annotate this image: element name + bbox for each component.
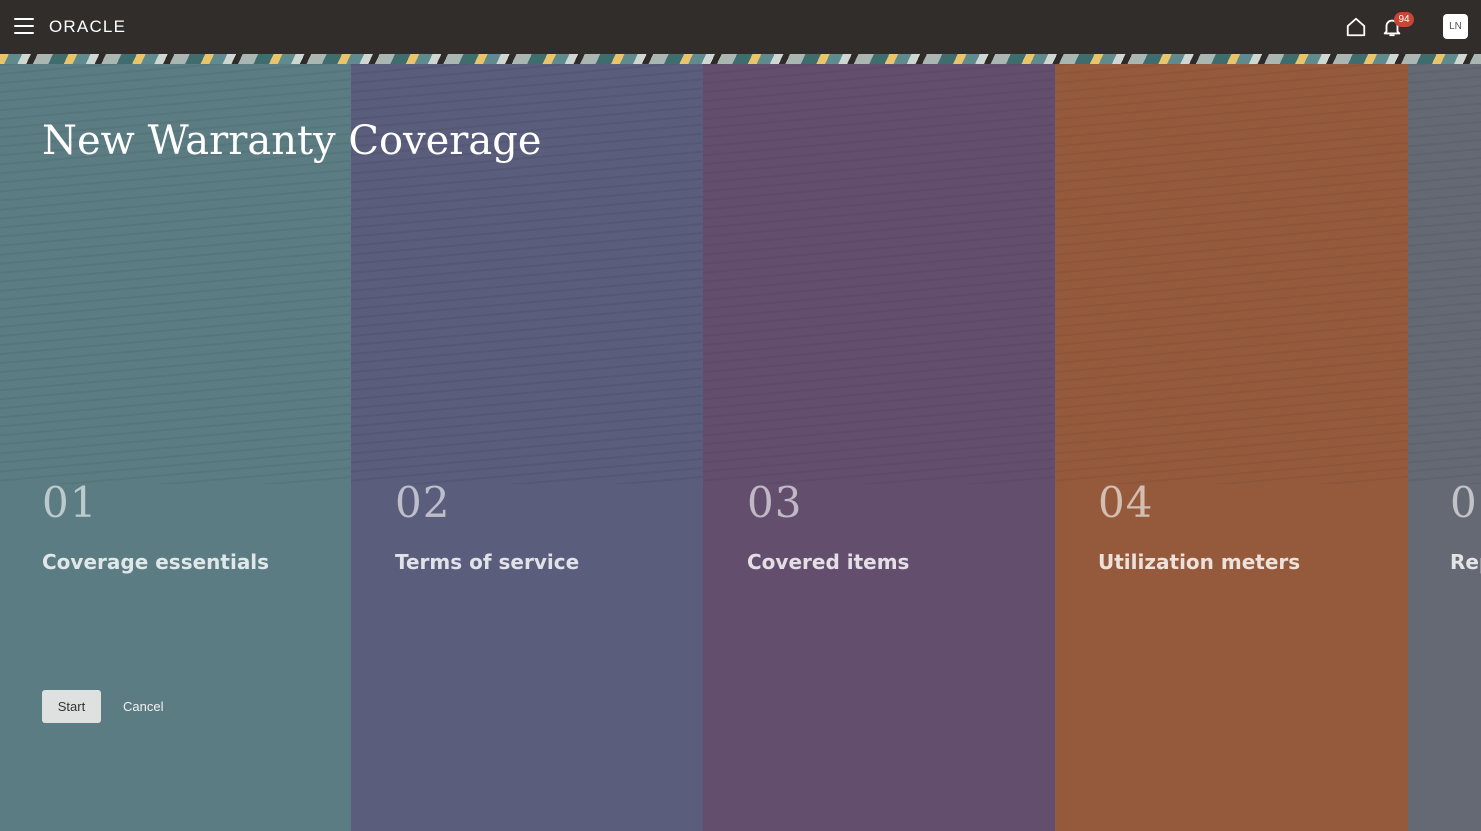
- step-panel-partial: 05 Rep: [1408, 64, 1481, 831]
- step-number: 02: [395, 478, 451, 527]
- step-panel-covered-items: 03 Covered items: [703, 64, 1055, 831]
- step-label: Covered items: [747, 550, 910, 574]
- step-number: 01: [42, 478, 98, 527]
- step-number: 05: [1450, 478, 1481, 527]
- step-number: 03: [747, 478, 803, 527]
- step-label: Terms of service: [395, 550, 580, 574]
- user-avatar[interactable]: LN: [1443, 14, 1468, 39]
- hamburger-menu-icon[interactable]: [14, 18, 34, 36]
- notification-count-badge: 94: [1394, 12, 1414, 27]
- step-label: Rep: [1450, 550, 1481, 574]
- panel-texture: [703, 64, 1055, 484]
- top-bar: ORACLE 94 LN: [0, 0, 1481, 54]
- step-number: 04: [1098, 478, 1154, 527]
- step-label: Utilization meters: [1098, 550, 1301, 574]
- panel-texture: [1408, 64, 1481, 484]
- step-panel-utilization-meters: 04 Utilization meters: [1055, 64, 1408, 831]
- home-icon[interactable]: [1345, 16, 1367, 38]
- decorative-banner-stripe: [0, 54, 1481, 64]
- cancel-link[interactable]: Cancel: [123, 699, 163, 714]
- panel-texture: [1055, 64, 1408, 484]
- oracle-logo[interactable]: ORACLE: [49, 17, 126, 37]
- page-title: New Warranty Coverage: [42, 118, 542, 164]
- step-panel-terms-of-service: 02 Terms of service: [351, 64, 703, 831]
- start-button[interactable]: Start: [42, 690, 101, 723]
- step-label: Coverage essentials: [42, 550, 270, 574]
